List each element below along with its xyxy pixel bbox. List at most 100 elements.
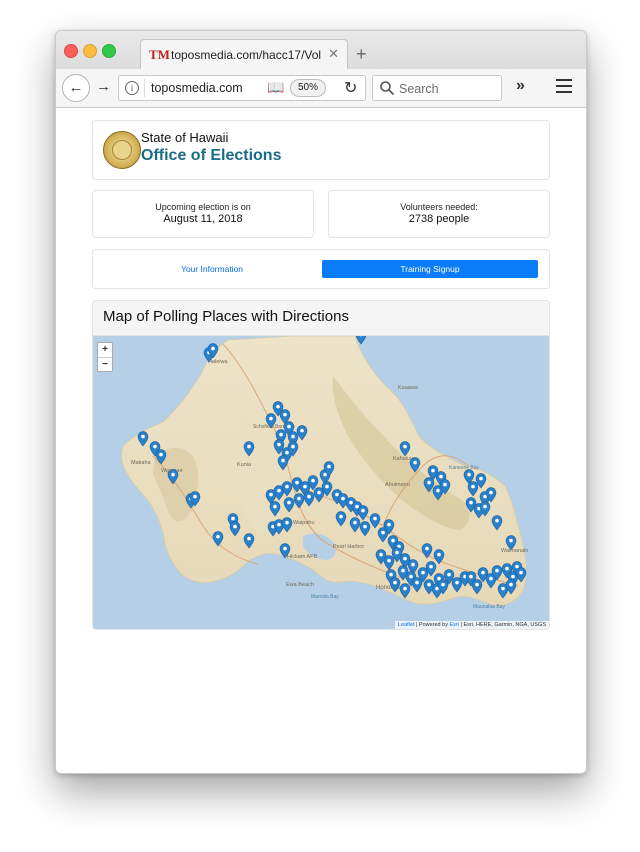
favicon-icon: TM [149,47,170,62]
label-ewa-beach: Ewa Beach [286,582,314,588]
marker-center-dot [341,496,345,501]
search-icon [380,81,394,95]
label-ahuimanu: Ahuimanu [385,482,410,488]
marker-center-dot [425,546,429,551]
label-waimanalo: Waimanalo [501,548,528,554]
marker-center-dot [447,572,451,577]
marker-center-dot [427,480,431,485]
marker-center-dot [391,538,395,543]
label-kaaawa: Kaaawa [398,385,419,391]
marker-center-dot [283,546,287,551]
label-kaneohe-bay: Kaneohe Bay [449,465,480,471]
marker-center-dot [403,556,407,561]
close-window-button[interactable] [64,44,78,58]
marker-center-dot [171,472,175,477]
new-tab-icon[interactable]: + [356,45,367,63]
attribution-sources: | Esri, HERE, Garmin, NGA, USGS [460,622,546,628]
marker-center-dot [353,520,357,525]
marker-center-dot [489,490,493,495]
marker-center-dot [311,478,315,483]
marker-center-dot [443,482,447,487]
marker-center-dot [277,442,281,447]
marker-center-dot [413,460,417,465]
marker-center-dot [327,464,331,469]
tab-title: toposmedia.com/hacc17/Volu [171,48,321,62]
marker-center-dot [287,500,291,505]
marker-center-dot [509,582,513,587]
election-date-card: Upcoming election is on August 11, 2018 [92,190,314,238]
marker-center-dot [436,488,440,493]
marker-center-dot [247,444,251,449]
forward-button[interactable]: → [96,78,111,95]
title-bar: TM toposmedia.com/hacc17/Volu ✕ + [56,31,586,70]
map-card: Map of Polling Places with Directions Ha… [92,300,550,630]
marker-center-dot [483,504,487,509]
label-waipahu: Waipahu [293,520,315,526]
attribution-powered: | Powered by [415,622,448,628]
hamburger-menu-icon[interactable] [556,79,572,93]
marker-center-dot [323,472,327,477]
back-button[interactable]: ← [62,74,90,102]
marker-center-dot [437,552,441,557]
marker-center-dot [233,524,237,529]
marker-center-dot [469,500,473,505]
marker-center-dot [276,404,280,409]
marker-center-dot [395,550,399,555]
marker-center-dot [211,346,215,351]
reader-view-icon[interactable]: 📖 [267,79,284,96]
marker-center-dot [361,508,365,513]
marker-center-dot [273,504,277,509]
overflow-chevron-icon[interactable]: » [516,77,525,95]
info-icon[interactable]: i [125,81,139,95]
search-bar[interactable] [372,75,502,101]
label-haleiwa: Haleiwa [208,359,229,365]
marker-center-dot [307,494,311,499]
tab-training-signup[interactable]: Training Signup [322,260,538,278]
close-tab-icon[interactable]: ✕ [328,46,339,62]
marker-center-dot [439,474,443,479]
marker-center-dot [511,574,515,579]
marker-center-dot [291,444,295,449]
browser-tab[interactable]: TM toposmedia.com/hacc17/Volu ✕ [140,39,348,70]
polling-places-map[interactable]: Haleiwa Kaaawa Schofield Barracks Makaha… [93,329,549,629]
zoom-level-badge[interactable]: 50% [290,79,326,97]
map-attribution: Leaflet | Powered by Esri | Esri, HERE, … [394,621,549,629]
reload-icon[interactable]: ↻ [344,78,357,98]
marker-center-dot [373,516,377,521]
zoom-in-button[interactable]: + [98,343,112,358]
zoom-out-button[interactable]: − [98,358,112,372]
marker-center-dot [479,476,483,481]
marker-center-dot [247,536,251,541]
state-name: State of Hawaii [141,130,229,145]
marker-center-dot [153,444,157,449]
header-card: State of Hawaii Office of Elections [92,120,550,180]
page-content: State of Hawaii Office of Elections Upco… [56,108,586,773]
volunteers-label: Volunteers needed: [400,202,478,212]
minimize-window-button[interactable] [83,44,97,58]
office-title: Office of Elections [141,147,282,164]
marker-center-dot [335,492,339,497]
map-zoom-control: + − [97,342,113,372]
zoom-window-button[interactable] [102,44,116,58]
volunteers-count: 2738 people [408,213,470,225]
address-bar[interactable]: i toposmedia.com 📖 50% ↻ [118,75,366,101]
map-canvas[interactable]: Haleiwa Kaaawa Schofield Barracks Makaha… [93,329,549,629]
marker-center-dot [285,484,289,489]
marker-center-dot [515,564,519,569]
marker-center-dot [269,492,273,497]
marker-center-dot [291,434,295,439]
marker-center-dot [411,562,415,567]
marker-center-dot [281,458,285,463]
leaflet-link[interactable]: Leaflet [398,622,415,628]
search-input[interactable] [397,79,501,99]
marker-center-dot [505,566,509,571]
marker-center-dot [389,572,393,577]
marker-center-dot [287,424,291,429]
url-text[interactable]: toposmedia.com [151,81,246,95]
marker-center-dot [489,576,493,581]
marker-center-dot [285,520,289,525]
esri-link[interactable]: Esri [450,622,459,628]
marker-center-dot [297,496,301,501]
map-header: Map of Polling Places with Directions [93,301,549,336]
tab-your-information[interactable]: Your Information [103,260,321,278]
